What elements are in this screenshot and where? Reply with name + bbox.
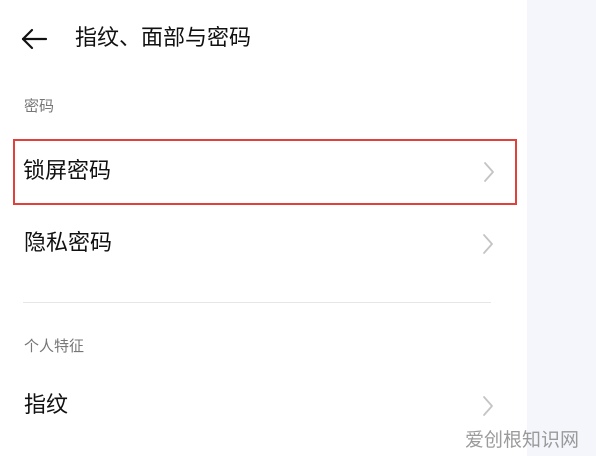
watermark-text: 爱创根知识网 (465, 429, 580, 451)
side-panel (527, 0, 596, 456)
chevron-right-icon (484, 162, 494, 182)
fingerprint-item[interactable]: 指纹 (14, 373, 516, 439)
lock-screen-password-label: 锁屏密码 (23, 159, 112, 184)
chevron-right-icon (483, 396, 493, 416)
section-header-password: 密码 (24, 97, 55, 115)
back-button[interactable] (16, 24, 52, 54)
section-header-biometrics: 个人特征 (24, 337, 85, 355)
arrow-left-icon (21, 28, 48, 50)
lock-screen-password-item[interactable]: 锁屏密码 (13, 139, 517, 205)
fingerprint-label: 指纹 (24, 393, 69, 418)
settings-screen: 指纹、面部与密码 密码 锁屏密码 隐私密码 个人特征 指纹 (0, 0, 527, 456)
section-divider (23, 302, 491, 303)
privacy-password-label: 隐私密码 (24, 231, 113, 256)
privacy-password-item[interactable]: 隐私密码 (14, 211, 516, 277)
page-title: 指纹、面部与密码 (75, 26, 252, 51)
chevron-right-icon (483, 234, 493, 254)
